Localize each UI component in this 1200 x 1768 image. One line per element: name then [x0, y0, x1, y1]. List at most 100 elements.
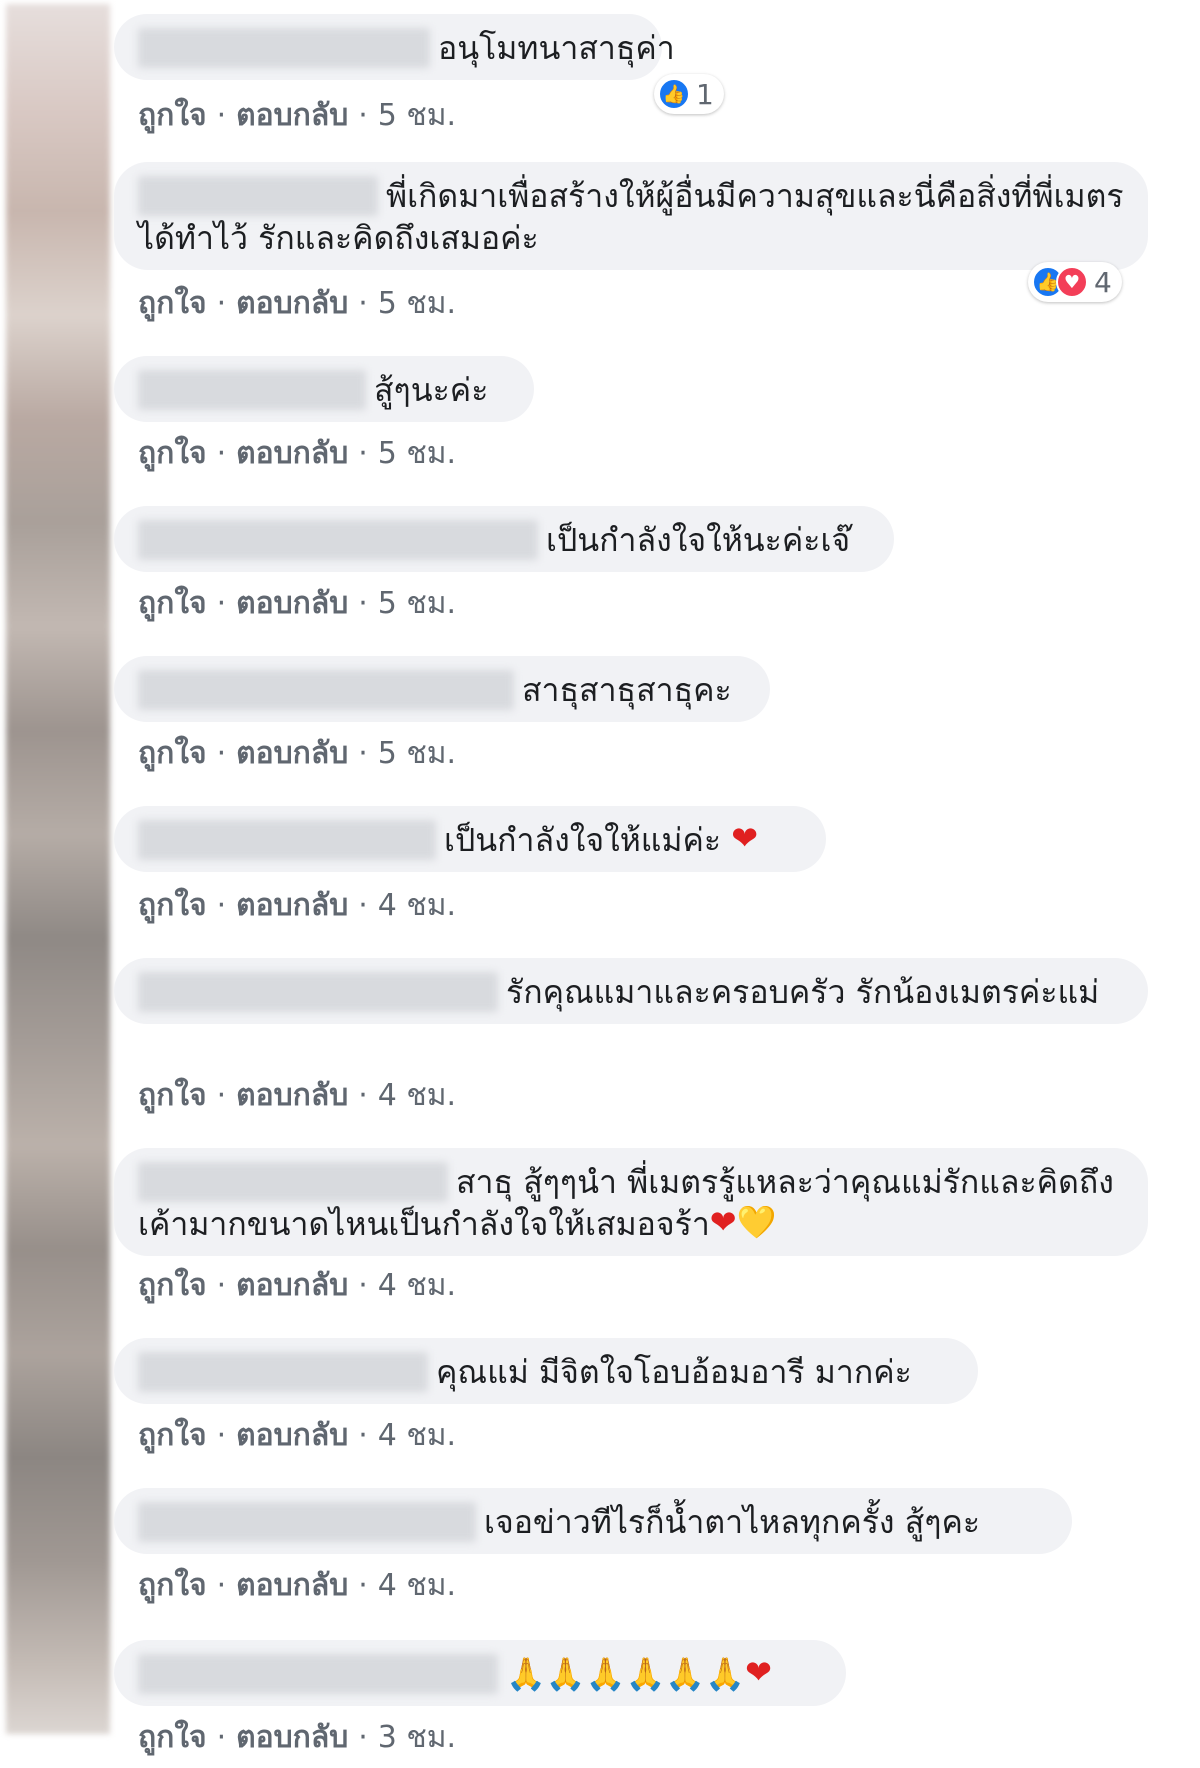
commenter-name[interactable]: [138, 670, 514, 710]
separator-dot: ·: [216, 1720, 227, 1755]
commenter-name[interactable]: [138, 176, 378, 216]
separator-dot: ·: [358, 888, 368, 923]
comment-timestamp[interactable]: 5 ชม.: [378, 286, 456, 321]
like-link[interactable]: ถูกใจ: [138, 586, 207, 621]
comment-actions: ถูกใจ · ตอบกลับ · 4 ชม.: [138, 1262, 456, 1309]
reply-link[interactable]: ตอบกลับ: [236, 286, 348, 321]
comment-text: อนุโมทนาสาธุค่า: [438, 29, 675, 67]
comment-bubble: รักคุณแมาและครอบครัว รักน้องเมตรค่ะแม่: [114, 958, 1148, 1024]
reaction-count: 4: [1094, 265, 1112, 299]
love-icon: ♥: [1056, 266, 1088, 298]
comment-bubble: เจอข่าวทีไรก็น้ำตาไหลทุกครั้ง สู้ๆคะ: [114, 1488, 1072, 1554]
praying-hands-emoji: 🙏🙏🙏🙏🙏🙏: [506, 1655, 746, 1693]
comment-bubble: สู้ๆนะค่ะ: [114, 356, 534, 422]
like-link[interactable]: ถูกใจ: [138, 1268, 207, 1303]
reply-link[interactable]: ตอบกลับ: [236, 586, 348, 621]
like-link[interactable]: ถูกใจ: [138, 736, 207, 771]
like-icon: 👍: [658, 78, 690, 110]
separator-dot: ·: [216, 1418, 227, 1453]
reaction-summary[interactable]: 👍 1: [654, 74, 724, 114]
comment-bubble: อนุโมทนาสาธุค่า: [114, 14, 675, 80]
reaction-count: 1: [696, 77, 714, 111]
separator-dot: ·: [358, 1418, 368, 1453]
comment-text: สาธุสาธุสาธุคะ: [522, 671, 732, 709]
comment-timestamp[interactable]: 5 ชม.: [378, 98, 456, 133]
comment-text: เป็นกำลังใจให้แม่ค่ะ: [444, 821, 722, 859]
separator-dot: ·: [358, 1720, 368, 1755]
separator-dot: ·: [358, 736, 368, 771]
comment-text: สู้ๆนะค่ะ: [374, 371, 489, 409]
commenter-name[interactable]: [138, 1352, 428, 1392]
comment-timestamp[interactable]: 3 ชม.: [378, 1720, 456, 1755]
comment-actions: ถูกใจ · ตอบกลับ · 3 ชม.: [138, 1714, 456, 1761]
separator-dot: ·: [216, 1078, 227, 1113]
reply-link[interactable]: ตอบกลับ: [236, 1720, 348, 1755]
comment-timestamp[interactable]: 4 ชม.: [378, 1268, 456, 1303]
comment-actions: ถูกใจ · ตอบกลับ · 4 ชม.: [138, 882, 456, 929]
reply-link[interactable]: ตอบกลับ: [236, 98, 348, 133]
separator-dot: ·: [216, 1268, 227, 1303]
comment-bubble: สาธุสาธุสาธุคะ: [114, 656, 770, 722]
comment-timestamp[interactable]: 4 ชม.: [378, 888, 456, 923]
red-heart-emoji: ❤: [731, 819, 759, 857]
comment-text: คุณแม่ มีจิตใจโอบอ้อมอารี มากค่ะ: [436, 1353, 912, 1391]
commenter-name[interactable]: [138, 1654, 498, 1694]
comment-bubble: เป็นกำลังใจให้แม่ค่ะ ❤: [114, 806, 826, 872]
separator-dot: ·: [216, 98, 227, 133]
like-link[interactable]: ถูกใจ: [138, 1720, 207, 1755]
reply-link[interactable]: ตอบกลับ: [236, 436, 348, 471]
like-link[interactable]: ถูกใจ: [138, 286, 207, 321]
reaction-summary[interactable]: 👍 ♥ 4: [1028, 262, 1122, 302]
commenter-name[interactable]: [138, 370, 366, 410]
comment-bubble: 🙏🙏🙏🙏🙏🙏❤: [114, 1640, 846, 1706]
comment-timestamp[interactable]: 5 ชม.: [378, 436, 456, 471]
like-link[interactable]: ถูกใจ: [138, 1078, 207, 1113]
commenter-name[interactable]: [138, 28, 430, 68]
red-heart-emoji: ❤: [709, 1203, 737, 1241]
separator-dot: ·: [358, 1568, 368, 1603]
comment-text: เป็นกำลังใจให้นะค่ะเจ๊: [546, 521, 851, 559]
comment-text: รักคุณแมาและครอบครัว รักน้องเมตรค่ะแม่: [506, 973, 1100, 1011]
reply-link[interactable]: ตอบกลับ: [236, 1078, 348, 1113]
comment-timestamp[interactable]: 4 ชม.: [378, 1418, 456, 1453]
commenter-name[interactable]: [138, 520, 538, 560]
commenter-name[interactable]: [138, 972, 498, 1012]
reply-link[interactable]: ตอบกลับ: [236, 1418, 348, 1453]
commenter-name[interactable]: [138, 820, 436, 860]
like-link[interactable]: ถูกใจ: [138, 1418, 207, 1453]
commenter-name[interactable]: [138, 1162, 448, 1202]
yellow-heart-emoji: 💛: [736, 1203, 777, 1241]
like-link[interactable]: ถูกใจ: [138, 1568, 207, 1603]
separator-dot: ·: [358, 98, 368, 133]
comment-actions: ถูกใจ · ตอบกลับ · 5 ชม.: [138, 430, 456, 477]
like-link[interactable]: ถูกใจ: [138, 888, 207, 923]
comment-bubble: พี่เกิดมาเพื่อสร้างให้ผู้อื่นมีความสุขแล…: [114, 162, 1148, 270]
commenter-name[interactable]: [138, 1502, 476, 1542]
separator-dot: ·: [216, 888, 227, 923]
comment-actions: ถูกใจ · ตอบกลับ · 5 ชม.: [138, 730, 456, 777]
comment-actions: ถูกใจ · ตอบกลับ · 5 ชม.: [138, 92, 456, 139]
comment-timestamp[interactable]: 4 ชม.: [378, 1568, 456, 1603]
separator-dot: ·: [358, 586, 368, 621]
red-heart-emoji: ❤: [745, 1653, 772, 1691]
comment-actions: ถูกใจ · ตอบกลับ · 4 ชม.: [138, 1562, 456, 1609]
comment-timestamp[interactable]: 5 ชม.: [378, 736, 456, 771]
reply-link[interactable]: ตอบกลับ: [236, 1568, 348, 1603]
separator-dot: ·: [216, 736, 227, 771]
like-link[interactable]: ถูกใจ: [138, 436, 207, 471]
comment-bubble: เป็นกำลังใจให้นะค่ะเจ๊: [114, 506, 894, 572]
blurred-avatar-column: [6, 4, 110, 1734]
comment-actions: ถูกใจ · ตอบกลับ · 4 ชม.: [138, 1072, 456, 1119]
reply-link[interactable]: ตอบกลับ: [236, 1268, 348, 1303]
comment-timestamp[interactable]: 4 ชม.: [378, 1078, 456, 1113]
reply-link[interactable]: ตอบกลับ: [236, 888, 348, 923]
separator-dot: ·: [358, 436, 368, 471]
separator-dot: ·: [216, 286, 227, 321]
separator-dot: ·: [358, 1268, 368, 1303]
comment-bubble: สาธุ สู้ๆๆนํา พี่เมตรรู้แหละว่าคุณแม่รัก…: [114, 1148, 1148, 1256]
comment-actions: ถูกใจ · ตอบกลับ · 5 ชม.: [138, 580, 456, 627]
like-link[interactable]: ถูกใจ: [138, 98, 207, 133]
reply-link[interactable]: ตอบกลับ: [236, 736, 348, 771]
comment-actions: ถูกใจ · ตอบกลับ · 4 ชม.: [138, 1412, 456, 1459]
comment-timestamp[interactable]: 5 ชม.: [378, 586, 456, 621]
